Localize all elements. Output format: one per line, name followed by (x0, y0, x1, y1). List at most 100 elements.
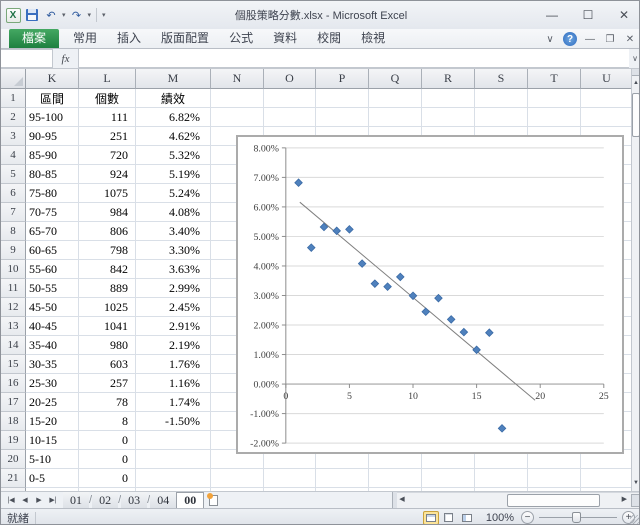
row-number[interactable]: 1 (1, 89, 26, 108)
cell[interactable]: 6.82% (136, 108, 211, 127)
row-number[interactable]: 13 (1, 317, 26, 336)
data-point[interactable] (472, 345, 481, 355)
cell[interactable]: 3.63% (136, 260, 211, 279)
row-number[interactable]: 15 (1, 355, 26, 374)
row-number[interactable]: 3 (1, 127, 26, 146)
cell[interactable]: 2.45% (136, 298, 211, 317)
cell[interactable]: 80-85 (26, 165, 79, 184)
resize-grip[interactable] (630, 515, 639, 524)
ribbon-tab-home[interactable]: 常用 (63, 29, 107, 48)
cell[interactable]: 3.40% (136, 222, 211, 241)
data-point[interactable] (395, 272, 405, 282)
help-icon[interactable]: ? (563, 32, 577, 46)
cell[interactable]: 20-25 (26, 393, 79, 412)
row-number[interactable]: 19 (1, 431, 26, 450)
cell[interactable]: 25-30 (26, 374, 79, 393)
column-header-o[interactable]: O (264, 69, 316, 89)
ribbon-tab-review[interactable]: 校閱 (307, 29, 351, 48)
cell[interactable]: 95-100 (26, 108, 79, 127)
vertical-split-handle[interactable] (632, 69, 639, 76)
cell[interactable] (136, 469, 211, 488)
redo-dropdown-icon[interactable]: ▾ (88, 11, 92, 19)
cell[interactable]: 1.16% (136, 374, 211, 393)
cell[interactable]: -1.50% (136, 412, 211, 431)
cell[interactable]: 個數 (79, 89, 136, 108)
cell[interactable]: 1.76% (136, 355, 211, 374)
cell[interactable] (528, 469, 581, 488)
close-icon[interactable]: ✕ (611, 5, 637, 25)
cell[interactable]: 85-90 (26, 146, 79, 165)
cell[interactable]: 50-55 (26, 279, 79, 298)
excel-logo-icon[interactable]: X (5, 7, 21, 23)
cell[interactable] (136, 431, 211, 450)
data-point[interactable] (294, 178, 303, 188)
cell[interactable] (369, 89, 422, 108)
row-number[interactable]: 10 (1, 260, 26, 279)
cell[interactable]: 720 (79, 146, 136, 165)
column-header-r[interactable]: R (422, 69, 475, 89)
scroll-right-icon[interactable]: ▶ (622, 495, 627, 503)
insert-worksheet-icon[interactable] (204, 492, 222, 508)
data-point[interactable] (459, 327, 469, 337)
row-number[interactable]: 5 (1, 165, 26, 184)
sheet-tab-01[interactable]: 01 (63, 492, 89, 508)
cell[interactable]: 0 (79, 450, 136, 469)
data-point[interactable] (497, 424, 507, 433)
row-number[interactable]: 7 (1, 203, 26, 222)
cell[interactable]: 40-45 (26, 317, 79, 336)
cell[interactable]: 257 (79, 374, 136, 393)
workbook-close-icon[interactable]: ✕ (623, 34, 637, 45)
zoom-slider[interactable] (539, 511, 617, 524)
scroll-left-icon[interactable]: ◀ (399, 495, 404, 503)
name-box[interactable] (1, 49, 53, 68)
cell[interactable]: 0-5 (26, 469, 79, 488)
cell[interactable]: 4.62% (136, 127, 211, 146)
ribbon-tab-view[interactable]: 檢視 (351, 29, 395, 48)
cell[interactable]: 30-35 (26, 355, 79, 374)
cell[interactable]: 806 (79, 222, 136, 241)
row-number[interactable]: 8 (1, 222, 26, 241)
row-number[interactable]: 20 (1, 450, 26, 469)
row-number[interactable]: 12 (1, 298, 26, 317)
zoom-level[interactable]: 100% (486, 512, 514, 524)
cell[interactable]: 3.30% (136, 241, 211, 260)
normal-view-icon[interactable] (422, 510, 439, 524)
cell[interactable]: 65-70 (26, 222, 79, 241)
cell[interactable] (422, 89, 475, 108)
cell[interactable] (475, 89, 528, 108)
cell[interactable] (264, 89, 316, 108)
select-all-corner[interactable] (1, 69, 26, 89)
cell[interactable]: 35-40 (26, 336, 79, 355)
horizontal-split-handle[interactable] (631, 494, 639, 507)
cell[interactable] (264, 108, 316, 127)
horizontal-scrollbar[interactable]: ◀ ▶ (397, 492, 639, 508)
column-header-u[interactable]: U (581, 69, 633, 89)
fx-icon[interactable]: fx (53, 49, 79, 68)
cell[interactable]: 1075 (79, 184, 136, 203)
zoom-out-icon[interactable]: − (521, 511, 534, 524)
cell[interactable]: 2.91% (136, 317, 211, 336)
row-number[interactable]: 9 (1, 241, 26, 260)
save-icon[interactable] (24, 7, 40, 23)
column-header-t[interactable]: T (528, 69, 581, 89)
cell[interactable]: 60-65 (26, 241, 79, 260)
customize-qat-icon[interactable]: ▾ (102, 11, 106, 19)
formula-input[interactable] (79, 49, 629, 68)
cell[interactable]: 78 (79, 393, 136, 412)
cell[interactable]: 924 (79, 165, 136, 184)
cell[interactable]: 5.24% (136, 184, 211, 203)
data-point[interactable] (383, 282, 392, 291)
cell[interactable]: 980 (79, 336, 136, 355)
cell[interactable]: 842 (79, 260, 136, 279)
cell[interactable] (264, 469, 316, 488)
formula-bar-expand-icon[interactable]: ∨ (629, 49, 639, 68)
cell[interactable]: 15-20 (26, 412, 79, 431)
data-point[interactable] (345, 225, 354, 234)
scatter-chart[interactable]: 8.00% 7.00% 6.00% 5.00% 4.00% 3.00% 2.00% 1.00%… (236, 135, 624, 454)
row-number[interactable]: 17 (1, 393, 26, 412)
row-number[interactable]: 4 (1, 146, 26, 165)
ribbon-tab-insert[interactable]: 插入 (107, 29, 151, 48)
cell[interactable] (369, 469, 422, 488)
scroll-down-icon[interactable]: ▼ (632, 477, 639, 490)
sheet-tab-02[interactable]: 02 (92, 492, 119, 508)
